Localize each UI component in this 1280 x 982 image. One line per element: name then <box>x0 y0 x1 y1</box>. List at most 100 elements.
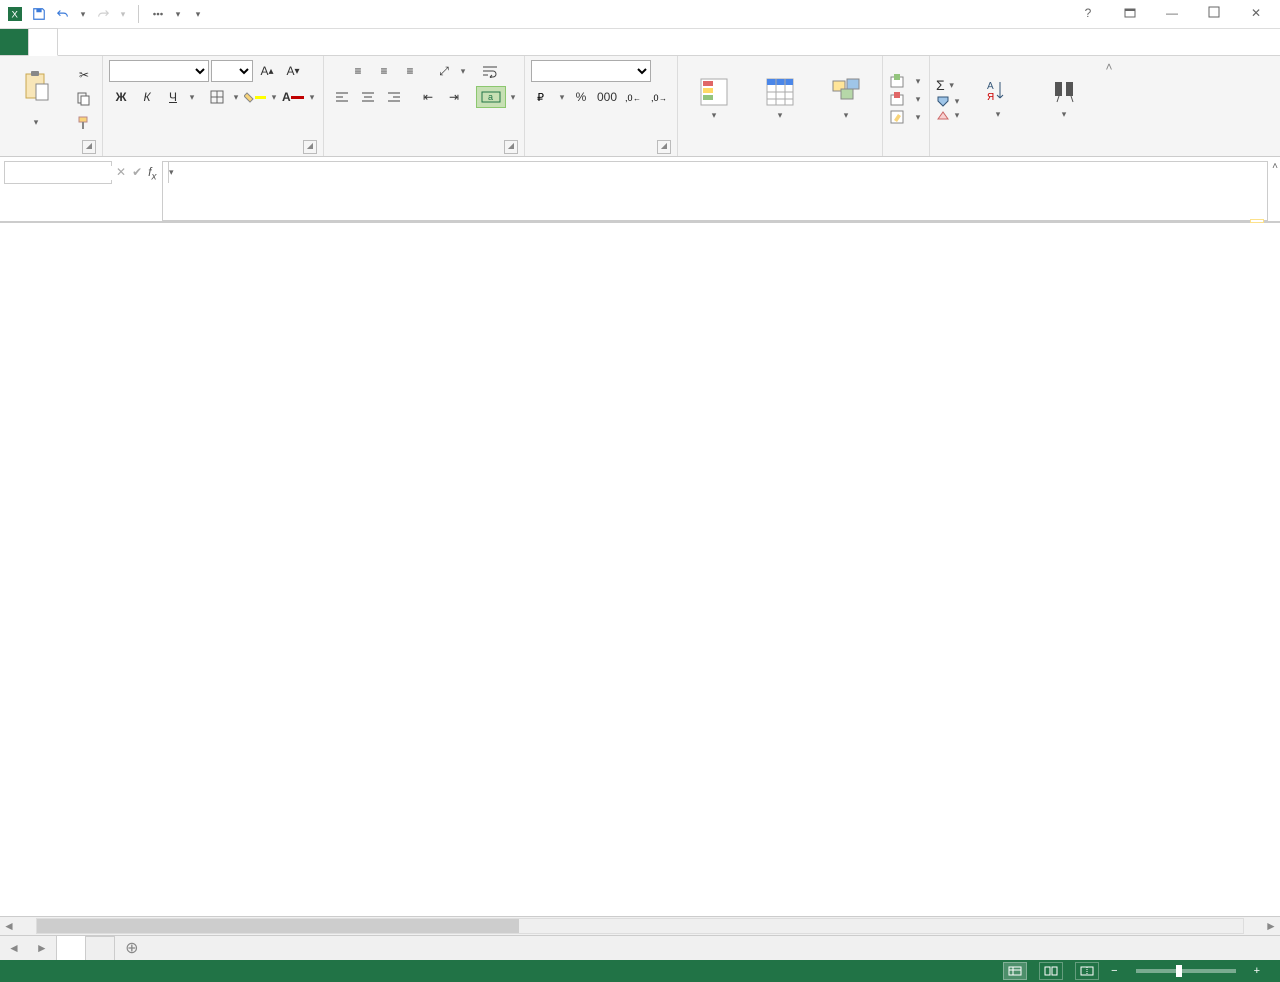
touch-mode-icon[interactable] <box>149 5 167 23</box>
group-number: ₽▾ % 000 ,0← ,0→ ◢ <box>525 56 678 156</box>
zoom-slider[interactable] <box>1136 969 1236 973</box>
view-normal-icon[interactable] <box>1003 962 1027 980</box>
tab-file[interactable] <box>0 29 28 55</box>
tab-formulas[interactable] <box>114 29 142 55</box>
undo-dropdown[interactable]: ▾ <box>78 9 88 20</box>
find-select-button[interactable]: ▾ <box>1034 76 1094 122</box>
italic-button[interactable]: К <box>135 86 159 108</box>
increase-indent-icon[interactable]: ⇥ <box>442 86 466 108</box>
clear-button[interactable]: ▾ <box>936 109 962 121</box>
accounting-format-icon[interactable]: ₽ <box>531 86 555 108</box>
tab-review[interactable] <box>170 29 198 55</box>
sheet-nav-prev[interactable]: ◄ <box>0 941 28 955</box>
group-font: A▴ A▾ Ж К Ч▾ ▾ ▾ A▾ ◢ <box>103 56 324 156</box>
name-box[interactable]: ▾ <box>4 161 112 184</box>
enter-formula-icon[interactable]: ✔ <box>132 165 142 179</box>
format-painter-icon[interactable] <box>72 112 96 134</box>
tab-data[interactable] <box>142 29 170 55</box>
new-sheet-button[interactable]: ⊕ <box>120 938 144 958</box>
delete-cells-button[interactable]: ▾ <box>889 91 923 107</box>
align-bottom-icon[interactable]: ≡ <box>398 60 422 82</box>
decrease-indent-icon[interactable]: ⇤ <box>416 86 440 108</box>
alignment-launcher[interactable]: ◢ <box>504 140 518 154</box>
formula-input[interactable] <box>162 161 1268 221</box>
group-editing: Σ▾ ▾ ▾ АЯ ▾ ▾ <box>930 56 1100 156</box>
decrease-decimal-icon[interactable]: ,0→ <box>647 86 671 108</box>
align-left-icon[interactable] <box>330 86 354 108</box>
font-name-combo[interactable] <box>109 60 209 82</box>
percent-format-icon[interactable]: % <box>569 86 593 108</box>
copy-icon[interactable] <box>72 88 96 110</box>
orientation-icon[interactable]: ⤢ <box>432 60 456 82</box>
excel-icon: X <box>6 5 24 23</box>
quick-access-toolbar: X ▾ ▾ ▾ ▾ <box>0 5 209 23</box>
font-launcher[interactable]: ◢ <box>303 140 317 154</box>
collapse-ribbon-icon[interactable]: ˄ <box>1100 56 1118 156</box>
conditional-formatting-button[interactable]: ▾ <box>684 75 744 123</box>
bold-button[interactable]: Ж <box>109 86 133 108</box>
group-styles-label <box>684 138 876 154</box>
autosum-button[interactable]: Σ▾ <box>936 77 962 93</box>
format-as-table-button[interactable]: ▾ <box>750 75 810 123</box>
formula-bar-collapse-icon[interactable]: ˄ <box>1272 161 1278 172</box>
redo-dropdown[interactable]: ▾ <box>118 9 128 20</box>
undo-icon[interactable] <box>54 5 72 23</box>
cell-styles-button[interactable]: ▾ <box>816 75 876 123</box>
cancel-formula-icon[interactable]: ✕ <box>116 165 126 179</box>
grow-font-icon[interactable]: A▴ <box>255 60 279 82</box>
font-size-combo[interactable] <box>211 60 253 82</box>
format-cells-button[interactable]: ▾ <box>889 109 923 125</box>
minimize-icon[interactable]: — <box>1158 6 1186 23</box>
help-icon[interactable]: ? <box>1074 6 1102 23</box>
borders-icon[interactable] <box>205 86 229 108</box>
sheet-tab-comment[interactable] <box>85 936 115 961</box>
view-page-layout-icon[interactable] <box>1039 962 1063 980</box>
save-icon[interactable] <box>30 5 48 23</box>
fill-color-icon[interactable] <box>243 86 267 108</box>
number-launcher[interactable]: ◢ <box>657 140 671 154</box>
zoom-in-button[interactable]: + <box>1254 965 1260 977</box>
tab-page-layout[interactable] <box>86 29 114 55</box>
clipboard-launcher[interactable]: ◢ <box>82 140 96 154</box>
zoom-out-button[interactable]: − <box>1111 965 1117 977</box>
close-icon[interactable]: ✕ <box>1242 6 1270 23</box>
number-format-combo[interactable] <box>531 60 651 82</box>
view-page-break-icon[interactable] <box>1075 962 1099 980</box>
tab-home[interactable] <box>28 28 58 56</box>
increase-decimal-icon[interactable]: ,0← <box>621 86 645 108</box>
svg-text:,0: ,0 <box>625 93 633 103</box>
align-top-icon[interactable]: ≡ <box>346 60 370 82</box>
ribbon-display-icon[interactable] <box>1116 6 1144 23</box>
worksheet-grid[interactable]: ◄► <box>0 222 1280 935</box>
sheet-tab-bar: ◄ ► ⊕ <box>0 935 1280 960</box>
align-middle-icon[interactable]: ≡ <box>372 60 396 82</box>
paste-button[interactable]: ▾ <box>6 68 66 130</box>
font-color-icon[interactable]: A <box>281 86 305 108</box>
redo-icon[interactable] <box>94 5 112 23</box>
sheet-tab-calendar[interactable] <box>56 935 86 962</box>
merge-center-button[interactable]: a <box>476 86 506 108</box>
tab-view[interactable] <box>198 29 226 55</box>
svg-text:Я: Я <box>987 92 994 103</box>
fill-button[interactable]: ▾ <box>936 95 962 107</box>
insert-function-icon[interactable]: fx <box>148 165 156 182</box>
svg-text:→: → <box>659 94 667 103</box>
insert-cells-button[interactable]: ▾ <box>889 73 923 89</box>
svg-text:,0: ,0 <box>651 93 659 103</box>
underline-button[interactable]: Ч <box>161 86 185 108</box>
comma-format-icon[interactable]: 000 <box>595 86 619 108</box>
group-cells-label <box>889 138 923 154</box>
cut-icon[interactable]: ✂ <box>72 64 96 86</box>
touch-mode-dropdown[interactable]: ▾ <box>173 9 183 20</box>
sheet-nav-next[interactable]: ► <box>28 941 56 955</box>
qat-customize[interactable]: ▾ <box>193 9 203 20</box>
shrink-font-icon[interactable]: A▾ <box>281 60 305 82</box>
group-alignment: ≡ ≡ ≡ ⤢▾ ⇤ ⇥ a▾ ◢ <box>324 56 525 156</box>
align-right-icon[interactable] <box>382 86 406 108</box>
horizontal-scrollbar[interactable]: ◄► <box>0 916 1280 935</box>
maximize-icon[interactable] <box>1200 6 1228 23</box>
tab-insert[interactable] <box>58 29 86 55</box>
sort-filter-button[interactable]: АЯ ▾ <box>968 76 1028 122</box>
wrap-text-icon[interactable] <box>478 60 502 82</box>
align-center-icon[interactable] <box>356 86 380 108</box>
